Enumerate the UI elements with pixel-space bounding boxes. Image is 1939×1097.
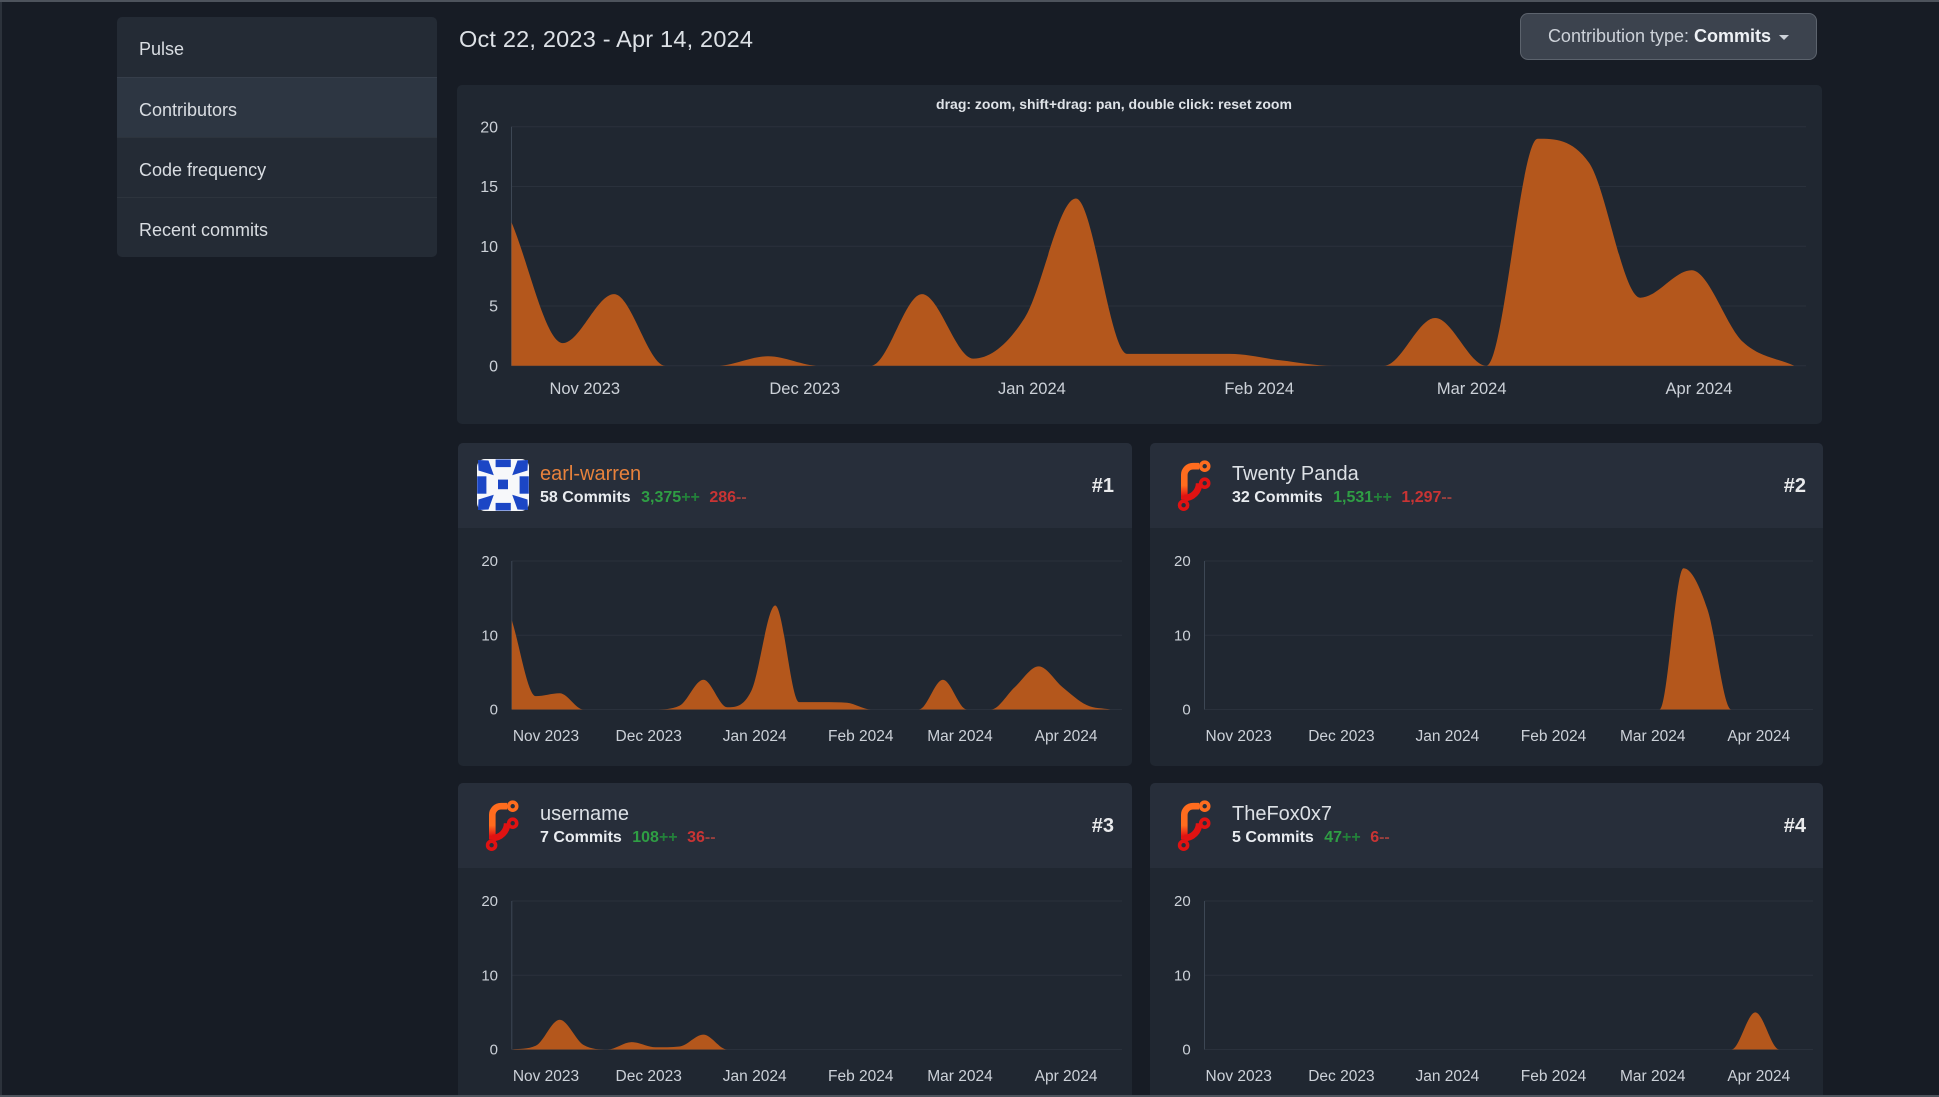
svg-text:15: 15 (480, 179, 498, 196)
svg-text:Nov 2023: Nov 2023 (1206, 728, 1272, 745)
svg-text:Apr 2024: Apr 2024 (1035, 1068, 1098, 1085)
svg-text:20: 20 (481, 893, 498, 910)
svg-text:Nov 2023: Nov 2023 (513, 728, 579, 745)
svg-text:20: 20 (481, 553, 498, 570)
svg-text:Feb 2024: Feb 2024 (828, 728, 894, 745)
svg-text:0: 0 (489, 358, 498, 375)
svg-text:10: 10 (481, 627, 498, 644)
svg-text:20: 20 (480, 119, 498, 136)
svg-text:0: 0 (490, 702, 498, 719)
svg-text:Jan 2024: Jan 2024 (723, 1068, 787, 1085)
svg-text:Mar 2024: Mar 2024 (1620, 728, 1686, 745)
svg-text:Mar 2024: Mar 2024 (927, 728, 993, 745)
svg-text:20: 20 (1174, 893, 1191, 910)
svg-text:10: 10 (1174, 627, 1191, 644)
svg-text:Feb 2024: Feb 2024 (1521, 728, 1587, 745)
svg-text:Dec 2023: Dec 2023 (1308, 1068, 1374, 1085)
svg-text:Feb 2024: Feb 2024 (1224, 380, 1294, 398)
svg-text:Jan 2024: Jan 2024 (1416, 728, 1480, 745)
svg-text:Dec 2023: Dec 2023 (616, 1068, 682, 1085)
svg-text:10: 10 (481, 967, 498, 984)
svg-text:0: 0 (490, 1042, 498, 1059)
svg-text:Mar 2024: Mar 2024 (1620, 1068, 1686, 1085)
svg-text:Dec 2023: Dec 2023 (616, 728, 682, 745)
svg-text:Nov 2023: Nov 2023 (549, 380, 620, 398)
svg-text:5: 5 (489, 299, 498, 316)
svg-text:20: 20 (1174, 553, 1191, 570)
svg-text:Nov 2023: Nov 2023 (1206, 1068, 1272, 1085)
svg-text:Jan 2024: Jan 2024 (1416, 1068, 1480, 1085)
svg-text:Feb 2024: Feb 2024 (1521, 1068, 1587, 1085)
svg-text:Jan 2024: Jan 2024 (723, 728, 787, 745)
svg-text:Dec 2023: Dec 2023 (1308, 728, 1374, 745)
svg-text:Dec 2023: Dec 2023 (769, 380, 840, 398)
svg-text:Apr 2024: Apr 2024 (1035, 728, 1098, 745)
svg-text:Apr 2024: Apr 2024 (1727, 728, 1790, 745)
svg-text:0: 0 (1182, 702, 1190, 719)
svg-text:Apr 2024: Apr 2024 (1666, 380, 1733, 398)
svg-text:Mar 2024: Mar 2024 (927, 1068, 993, 1085)
svg-text:Apr 2024: Apr 2024 (1727, 1068, 1790, 1085)
svg-text:Jan 2024: Jan 2024 (998, 380, 1066, 398)
svg-text:Feb 2024: Feb 2024 (828, 1068, 894, 1085)
svg-text:10: 10 (480, 239, 498, 256)
svg-text:Mar 2024: Mar 2024 (1437, 380, 1507, 398)
svg-text:Nov 2023: Nov 2023 (513, 1068, 579, 1085)
svg-text:10: 10 (1174, 967, 1191, 984)
svg-text:0: 0 (1182, 1042, 1190, 1059)
